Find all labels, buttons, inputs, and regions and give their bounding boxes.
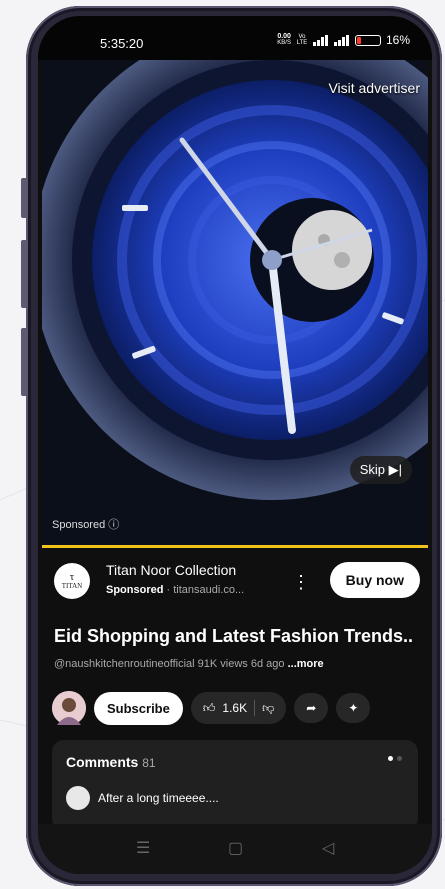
comments-header: Comments 81 xyxy=(66,754,156,770)
volte-label: Vo LTE xyxy=(296,34,308,46)
skip-icon: ▶| xyxy=(388,462,402,477)
comments-count: 81 xyxy=(142,756,156,770)
skip-label: Skip xyxy=(359,462,385,477)
avatar[interactable] xyxy=(52,691,86,725)
net-speed: 0.00 KB/S xyxy=(277,33,291,46)
power-button xyxy=(21,328,27,396)
screen: 5:35:20 0.00 KB/S Vo LTE 16% Visit adver… xyxy=(38,16,432,874)
like-count: 1.6K xyxy=(222,701,248,715)
video-meta: @naushkitchenroutineofficial 91K views 6… xyxy=(54,658,324,670)
upload-age: 6d ago xyxy=(250,658,285,670)
visit-advertiser-link[interactable]: Visit advertiser xyxy=(328,80,420,96)
ask-button[interactable]: ✦ xyxy=(336,693,371,723)
carousel-dots xyxy=(388,756,402,761)
thumbs-up-icon[interactable]: 👍︎ xyxy=(203,701,216,716)
system-icons: 0.00 KB/S Vo LTE 16% xyxy=(277,33,410,47)
video-player[interactable]: Visit advertiser Skip ▶| Sponsored ⓘ xyxy=(42,60,428,545)
kebab-icon[interactable]: ⋮ xyxy=(292,572,310,593)
share-icon: ➦ xyxy=(306,701,317,715)
thumbs-down-icon[interactable]: 👎︎ xyxy=(262,701,274,716)
share-button[interactable]: ➦ xyxy=(294,693,329,723)
ad-info-row: τ TITAN Titan Noor Collection Sponsored … xyxy=(42,548,428,614)
back-icon[interactable]: ◁ xyxy=(322,838,334,858)
info-icon[interactable]: ⓘ xyxy=(108,519,119,531)
view-count: 91K views xyxy=(197,658,248,670)
battery-percent: 16% xyxy=(385,33,410,47)
ad-subtitle: Sponsored · titansaudi.co... xyxy=(106,584,245,596)
skip-button[interactable]: Skip ▶| xyxy=(349,456,412,484)
status-time: 5:35:20 xyxy=(100,36,144,51)
volume-down-button xyxy=(21,240,27,308)
divider xyxy=(254,700,256,716)
like-dislike-pill: 👍︎ 1.6K 👎︎ xyxy=(190,692,287,724)
signal-icon-2 xyxy=(333,34,349,46)
subscribe-button[interactable]: Subscribe xyxy=(94,691,183,725)
ad-title[interactable]: Titan Noor Collection xyxy=(106,562,236,578)
comment-text: After a long timeeee.... xyxy=(98,791,219,805)
channel-handle[interactable]: @naushkitchenroutineofficial xyxy=(54,658,195,670)
action-row: Subscribe 👍︎ 1.6K 👎︎ ➦ ✦ xyxy=(52,688,371,728)
menu-icon[interactable]: ☰ xyxy=(136,838,150,858)
titan-logo: τ TITAN xyxy=(54,563,90,599)
sponsored-overlay: Sponsored ⓘ xyxy=(52,519,120,531)
volume-up-button xyxy=(21,178,27,218)
comments-panel[interactable]: Comments 81 After a long timeeee.... xyxy=(52,740,418,830)
avatar-image xyxy=(52,691,86,725)
battery-icon xyxy=(354,34,381,46)
more-link[interactable]: ...more xyxy=(288,658,324,670)
home-icon[interactable]: ▢ xyxy=(228,838,243,858)
status-bar: 5:35:20 0.00 KB/S Vo LTE 16% xyxy=(38,16,432,60)
commenter-avatar xyxy=(66,786,90,810)
signal-icon xyxy=(312,34,328,46)
comment-item: After a long timeeee.... xyxy=(66,786,219,810)
video-title[interactable]: Eid Shopping and Latest Fashion Trends.. xyxy=(54,626,426,647)
sparkle-icon: ✦ xyxy=(348,701,359,715)
buy-now-button[interactable]: Buy now xyxy=(329,562,420,598)
android-nav-bar: ☰ ▢ ◁ xyxy=(38,824,432,874)
